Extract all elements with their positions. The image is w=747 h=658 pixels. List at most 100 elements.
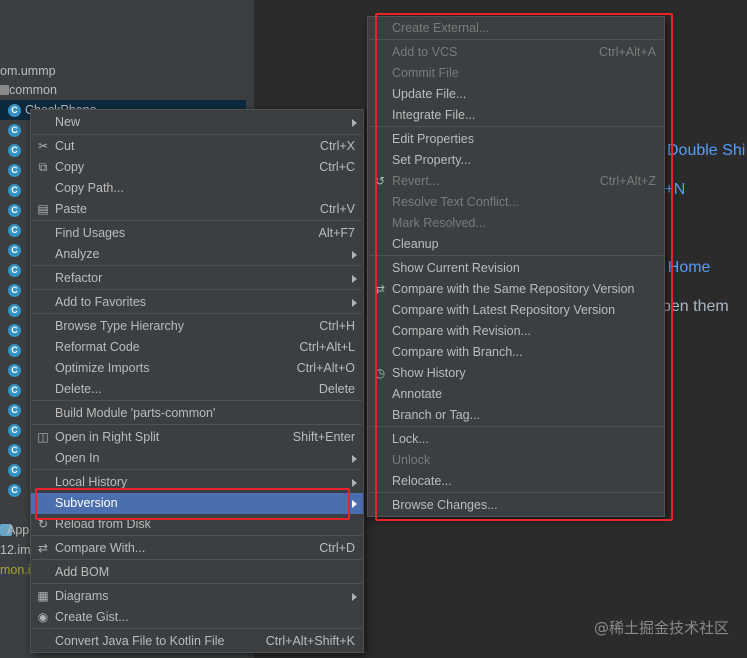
menu-item-show-history[interactable]: ◷ Show History [368,363,664,384]
tree-item-iml[interactable]: 12.im [0,540,31,560]
menu-item-shortcut: Ctrl+Alt+O [296,361,355,375]
menu-item-open-in[interactable]: Open In [31,448,363,469]
class-icon: C [8,144,21,157]
menu-item-compare-with-revision[interactable]: Compare with Revision... [368,321,664,342]
menu-item-label: Annotate [392,387,443,401]
split-icon: ◫ [37,430,49,444]
menu-item-label: Reformat Code [55,340,140,354]
scissors-icon: ✂ [37,139,49,153]
copy-icon: ⧉ [38,160,48,174]
menu-item-copy[interactable]: ⧉ Copy Ctrl+C [31,157,363,178]
menu-item-open-in-right-split[interactable]: ◫ Open in Right Split Shift+Enter [31,427,363,448]
paste-icon: ▤ [37,202,49,216]
class-icon: C [8,484,21,497]
submenu-arrow-icon [352,500,357,508]
class-icon: C [8,124,21,137]
menu-item-show-current-revision[interactable]: Show Current Revision [368,258,664,279]
reload-icon: ↻ [37,517,49,531]
menu-item-label: Add BOM [55,565,110,579]
subversion-submenu: Create External... Add to VCS Ctrl+Alt+A Co… [367,16,665,517]
menu-item-optimize-imports[interactable]: Optimize Imports Ctrl+Alt+O [31,358,363,379]
menu-separator [32,134,362,135]
menu-item-label: Show Current Revision [392,261,520,275]
tree-package[interactable]: om.ummp [0,61,56,81]
menu-item-copy-path[interactable]: Copy Path... [31,178,363,199]
menu-item-label: Subversion [55,496,118,510]
menu-separator [32,583,362,584]
watermark: @稀土掘金技术社区 [593,619,729,637]
menu-item-convert-java-file-to-kotlin-file[interactable]: Convert Java File to Kotlin File Ctrl+Alt… [31,631,363,652]
menu-item-add-to-favorites[interactable]: Add to Favorites [31,292,363,313]
menu-item-compare-with-the-same-repository-version[interactable]: ⇄ Compare with the Same Repository Versio… [368,279,664,300]
menu-item-browse-changes[interactable]: Browse Changes... [368,495,664,516]
menu-item-delete[interactable]: Delete... Delete [31,379,363,400]
menu-item-edit-properties[interactable]: Edit Properties [368,129,664,150]
editor-hint-drop-files: pen them [662,298,729,315]
menu-item-label: Branch or Tag... [392,408,481,422]
menu-item-integrate-file[interactable]: Integrate File... [368,105,664,126]
menu-item-compare-with[interactable]: ⇄ Compare With... Ctrl+D [31,538,363,559]
menu-item-browse-type-hierarchy[interactable]: Browse Type Hierarchy Ctrl+H [31,316,363,337]
menu-separator [32,559,362,560]
menu-item-branch-or-tag[interactable]: Branch or Tag... [368,405,664,426]
menu-item-relocate[interactable]: Relocate... [368,471,664,492]
tree-app-label: App [7,523,30,537]
menu-item-label: Revert... [392,174,440,188]
menu-item-shortcut: Ctrl+H [319,319,355,333]
menu-item-annotate[interactable]: Annotate [368,384,664,405]
menu-item-reload-from-disk[interactable]: ↻ Reload from Disk [31,514,363,535]
menu-item-create-gist[interactable]: ◉ Create Gist... [31,607,363,628]
menu-item-cut[interactable]: ✂ Cut Ctrl+X [31,136,363,157]
menu-item-label: Diagrams [55,589,109,603]
menu-item-diagrams[interactable]: ▦ Diagrams [31,586,363,607]
menu-separator [369,39,663,40]
menu-item-update-file[interactable]: Update File... [368,84,664,105]
menu-separator [32,220,362,221]
menu-item-new[interactable]: New [31,112,363,133]
tree-item-module[interactable]: mon.i [0,560,31,580]
menu-item-label: Compare With... [55,541,146,555]
menu-item-reformat-code[interactable]: Reformat Code Ctrl+Alt+L [31,337,363,358]
menu-item-label: Commit File [392,66,459,80]
tree-module-label: mon.i [0,563,31,577]
menu-item-label: Refactor [55,271,103,285]
menu-item-shortcut: Ctrl+Alt+L [299,340,355,354]
menu-separator [32,424,362,425]
menu-separator [32,535,362,536]
menu-item-create-external: Create External... [368,18,664,39]
editor-hint-search-everywhere: Double Shi [667,142,746,159]
menu-item-paste[interactable]: ▤ Paste Ctrl+V [31,199,363,220]
menu-separator [369,126,663,127]
menu-item-label: Update File... [392,87,467,101]
menu-item-local-history[interactable]: Local History [31,472,363,493]
class-icon: C [8,264,21,277]
menu-item-build-module-parts-common[interactable]: Build Module 'parts-common' [31,403,363,424]
menu-item-label: Optimize Imports [55,361,150,375]
menu-item-shortcut: Delete [318,382,355,396]
menu-item-add-bom[interactable]: Add BOM [31,562,363,583]
class-icon: C [8,424,21,437]
menu-item-compare-with-branch[interactable]: Compare with Branch... [368,342,664,363]
menu-item-compare-with-latest-repository-version[interactable]: Compare with Latest Repository Version [368,300,664,321]
menu-item-lock[interactable]: Lock... [368,429,664,450]
menu-separator [369,426,663,427]
menu-item-label: Find Usages [55,226,126,240]
class-icon: C [8,284,21,297]
menu-item-shortcut: Ctrl+D [319,541,355,555]
menu-item-label: Resolve Text Conflict... [392,195,519,209]
menu-item-cleanup[interactable]: Cleanup [368,234,664,255]
submenu-arrow-icon [352,275,357,283]
menu-item-analyze[interactable]: Analyze [31,244,363,265]
class-icon: C [8,384,21,397]
menu-item-subversion[interactable]: Subversion [31,493,363,514]
menu-item-label: Open in Right Split [55,430,160,444]
menu-item-shortcut: Ctrl+X [319,139,355,153]
menu-item-set-property[interactable]: Set Property... [368,150,664,171]
submenu-arrow-icon [352,119,357,127]
context-menu: New ✂ Cut Ctrl+X ⧉ Copy Ctrl+C Copy Path... ▤ Pas… [30,109,364,653]
menu-item-refactor[interactable]: Refactor [31,268,363,289]
menu-item-label: Analyze [55,247,100,261]
menu-item-label: Integrate File... [392,108,476,122]
menu-separator [369,492,663,493]
menu-item-find-usages[interactable]: Find Usages Alt+F7 [31,223,363,244]
